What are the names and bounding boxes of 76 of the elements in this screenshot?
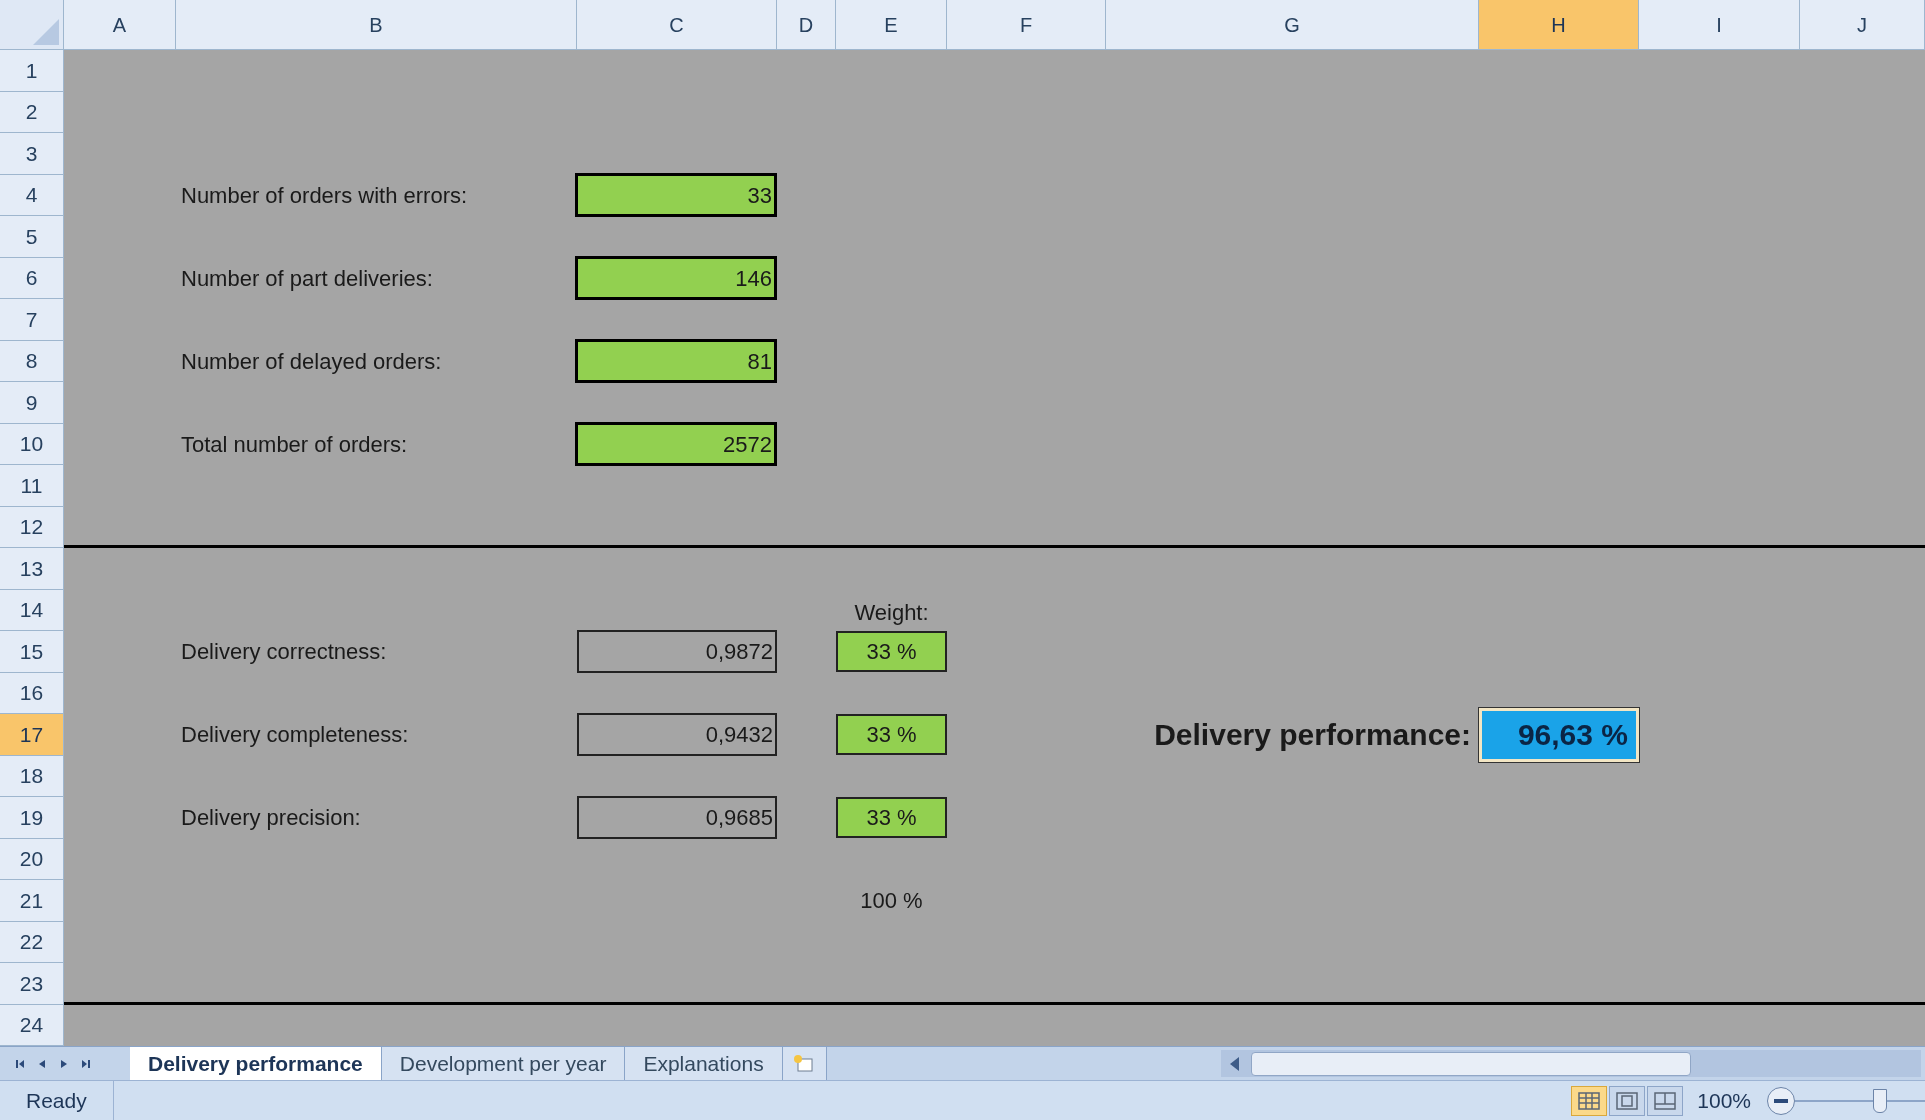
weight-cell[interactable]: 33 % (836, 631, 947, 673)
row-header[interactable]: 13 (0, 548, 64, 590)
status-text: Ready (0, 1081, 114, 1120)
last-sheet-icon[interactable] (80, 1057, 92, 1070)
weight-heading: Weight: (854, 599, 929, 627)
metric-label: Delivery correctness: (181, 638, 388, 667)
column-header[interactable]: C (577, 0, 777, 50)
row-header[interactable]: 7 (0, 299, 64, 341)
metric-cell[interactable]: 0,9685 (577, 796, 777, 840)
column-header[interactable]: D (777, 0, 836, 50)
metric-label: Delivery completeness: (181, 721, 410, 750)
metric-cell[interactable]: 0,9432 (577, 713, 777, 757)
first-sheet-icon[interactable] (14, 1057, 26, 1070)
zoom-out-button[interactable] (1767, 1086, 1795, 1115)
row-header[interactable]: 16 (0, 672, 64, 714)
page-layout-icon (1616, 1091, 1639, 1110)
slider-thumb[interactable] (1872, 1088, 1887, 1113)
weight-total: 100 % (860, 887, 923, 916)
row-header[interactable]: 10 (0, 423, 64, 465)
weight-cell[interactable]: 33 % (836, 797, 947, 839)
row-header[interactable]: 12 (0, 506, 64, 548)
corner-triangle-icon (33, 19, 59, 45)
row-header[interactable]: 23 (0, 963, 64, 1005)
sheet-tab[interactable]: Development per year (381, 1047, 626, 1080)
column-header[interactable]: I (1639, 0, 1800, 50)
row-header[interactable]: 22 (0, 921, 64, 963)
insert-sheet-button[interactable] (782, 1047, 827, 1080)
normal-view-icon (1578, 1091, 1601, 1110)
input-label: Total number of orders: (181, 430, 409, 459)
row-header[interactable]: 18 (0, 755, 64, 797)
row-header[interactable]: 14 (0, 589, 64, 631)
row-header[interactable]: 1 (0, 50, 64, 92)
row-header[interactable]: 3 (0, 133, 64, 175)
row-header[interactable]: 15 (0, 631, 64, 673)
normal-view-button[interactable] (1571, 1085, 1608, 1116)
row-header[interactable]: 6 (0, 257, 64, 299)
page-break-button[interactable] (1647, 1085, 1684, 1116)
input-cell[interactable]: 146 (575, 256, 777, 301)
sheet-tab[interactable]: Explanations (625, 1047, 783, 1080)
row-header[interactable]: 9 (0, 382, 64, 424)
column-header[interactable]: H (1479, 0, 1639, 50)
row-header[interactable]: 11 (0, 465, 64, 507)
row-header[interactable]: 20 (0, 838, 64, 880)
metric-label: Delivery precision: (181, 804, 362, 833)
column-header[interactable]: J (1800, 0, 1925, 50)
row-header[interactable]: 24 (0, 1004, 64, 1046)
metric-cell[interactable]: 0,9872 (577, 630, 777, 674)
minus-icon (1774, 1098, 1788, 1103)
column-header[interactable]: A (64, 0, 176, 50)
horizontal-scrollbar[interactable] (1221, 1050, 1921, 1077)
result-label: Delivery performance: (1154, 717, 1471, 754)
row-header[interactable]: 17 (0, 714, 64, 756)
zoom-percent[interactable]: 100% (1697, 1084, 1751, 1117)
row-header[interactable]: 5 (0, 216, 64, 258)
row-header[interactable]: 4 (0, 174, 64, 216)
input-label: Number of part deliveries: (181, 264, 434, 293)
column-header[interactable]: B (176, 0, 577, 50)
page-break-icon (1654, 1091, 1677, 1110)
input-cell[interactable]: 33 (575, 173, 777, 218)
row-header[interactable]: 21 (0, 880, 64, 922)
column-header[interactable]: F (947, 0, 1106, 50)
input-cell[interactable]: 81 (575, 339, 777, 384)
input-label: Number of delayed orders: (181, 347, 443, 376)
input-cell[interactable]: 2572 (575, 422, 777, 467)
page-layout-button[interactable] (1609, 1085, 1646, 1116)
column-header[interactable]: G (1106, 0, 1479, 50)
weight-cell[interactable]: 33 % (836, 714, 947, 756)
scrollbar-thumb[interactable] (1251, 1051, 1691, 1076)
sheet-tab[interactable]: Delivery performance (130, 1047, 382, 1080)
row-header[interactable]: 19 (0, 797, 64, 839)
result-cell[interactable]: 96,63 % (1479, 707, 1639, 762)
row-header[interactable]: 2 (0, 91, 64, 133)
select-all-button[interactable] (0, 0, 64, 50)
input-label: Number of orders with errors: (181, 181, 469, 210)
row-header[interactable]: 8 (0, 340, 64, 382)
column-header[interactable]: E (836, 0, 947, 50)
